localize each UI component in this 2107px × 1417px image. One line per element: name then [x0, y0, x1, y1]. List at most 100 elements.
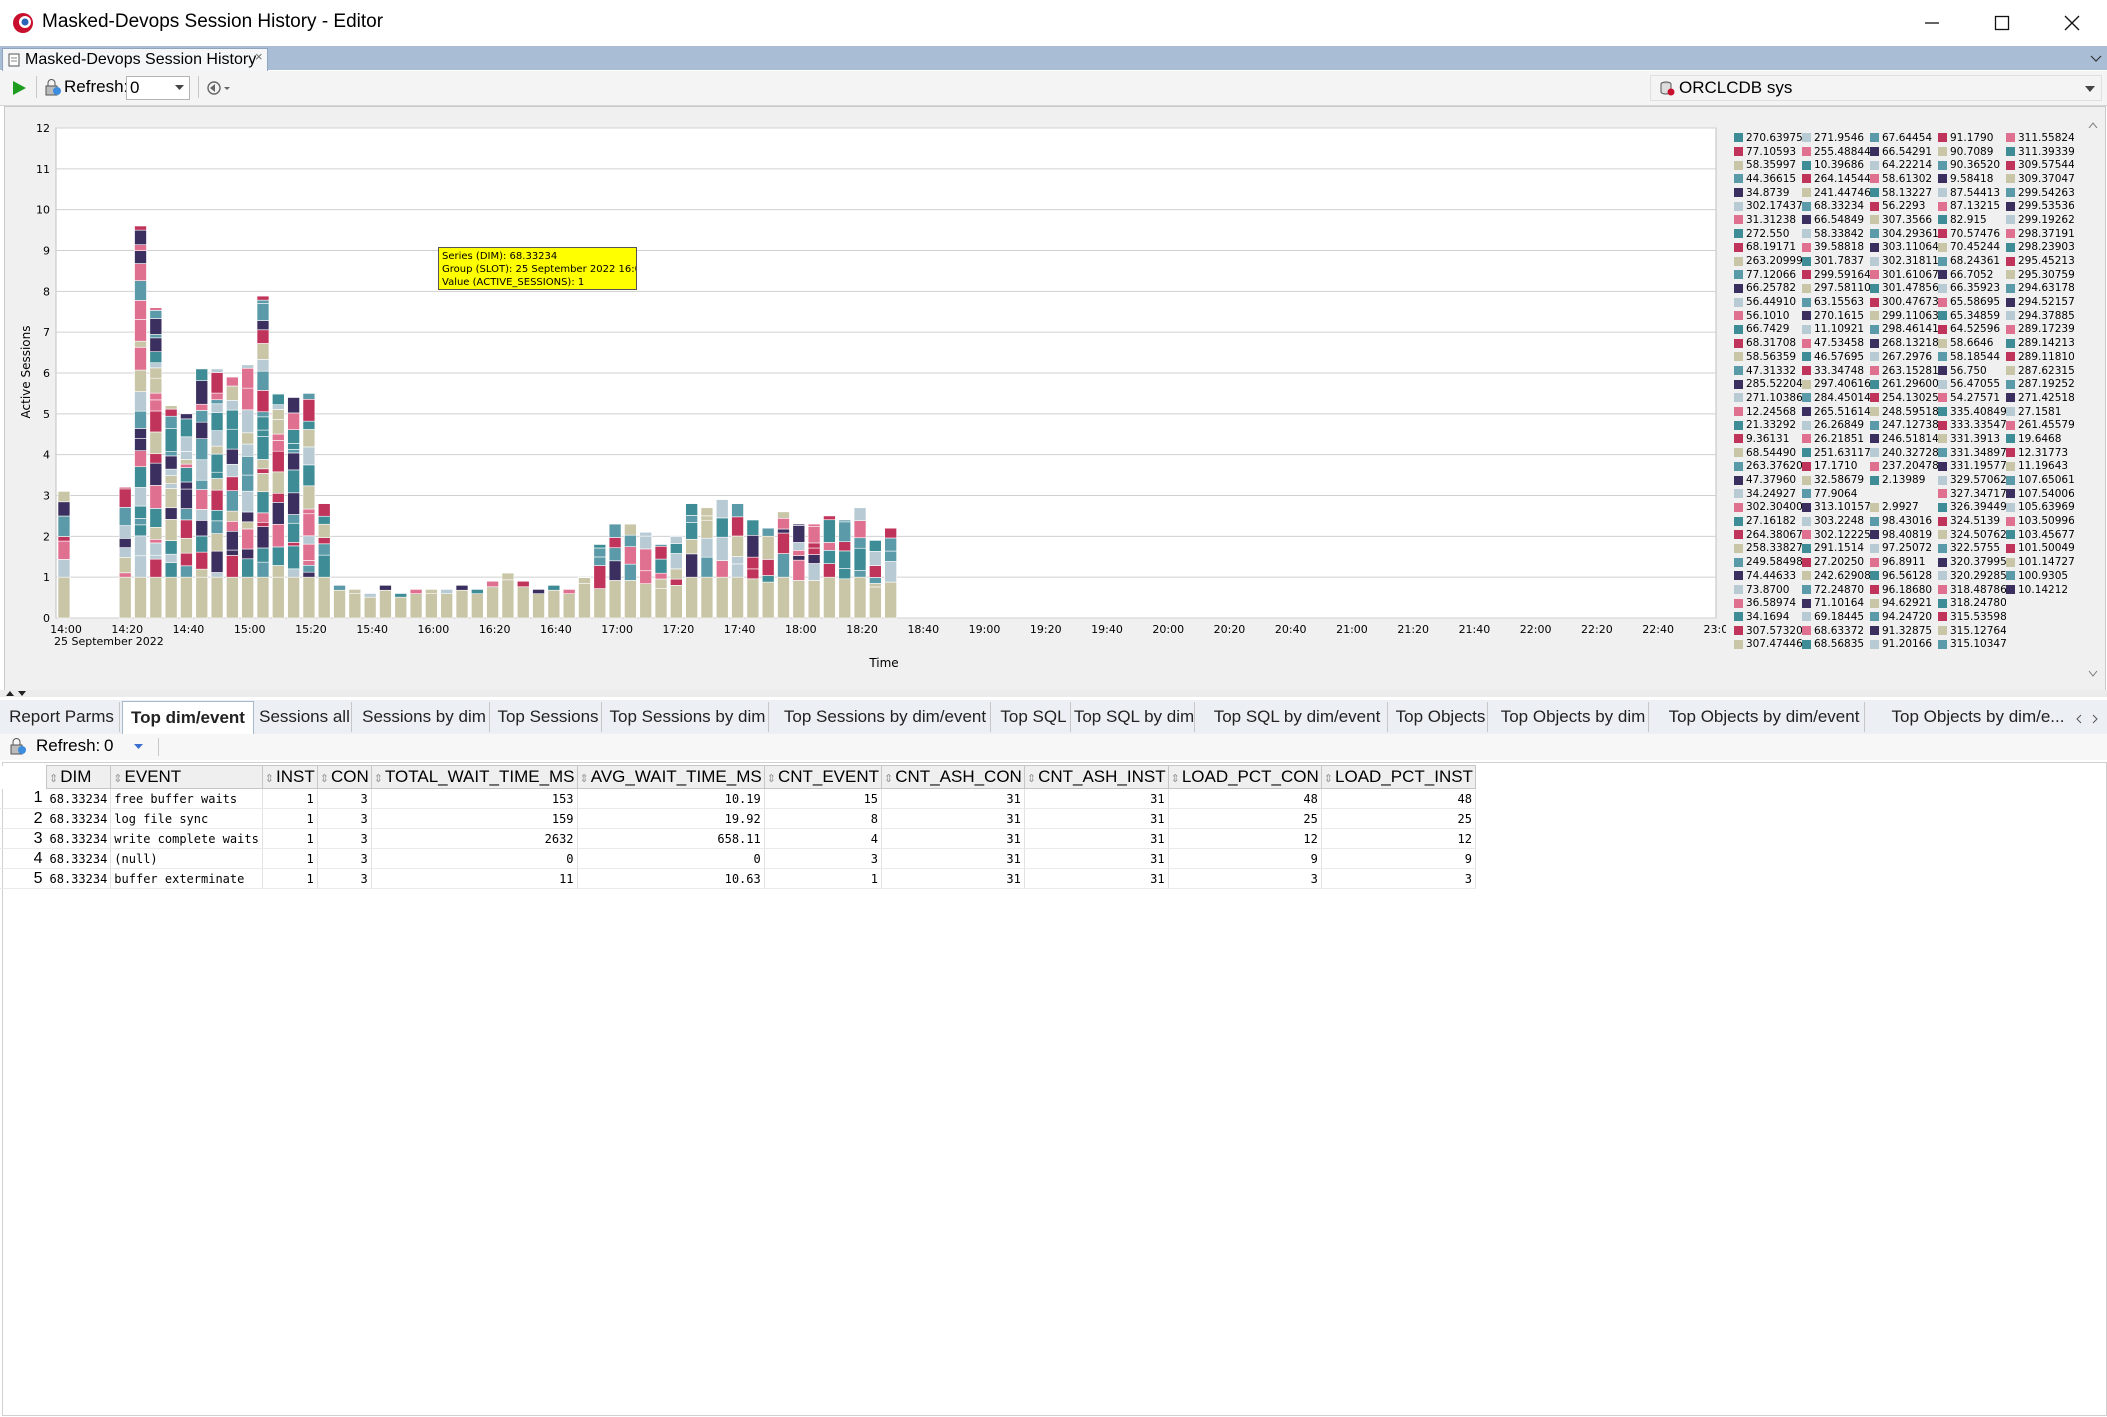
- bar-segment[interactable]: [287, 514, 300, 524]
- bar-segment[interactable]: [256, 359, 270, 372]
- bar-segment[interactable]: [731, 503, 744, 518]
- bar-segment[interactable]: [149, 362, 163, 369]
- bar-segment[interactable]: [379, 589, 392, 619]
- bar-segment[interactable]: [256, 547, 270, 563]
- tab-top-sql-by-dim-event[interactable]: Top SQL by dim/event: [1207, 702, 1388, 732]
- bar-segment[interactable]: [792, 580, 806, 619]
- table-cell[interactable]: buffer exterminate: [110, 868, 263, 889]
- bar-segment[interactable]: [210, 403, 224, 413]
- bar-segment[interactable]: [256, 436, 270, 460]
- bar-segment[interactable]: [869, 551, 882, 566]
- bar-segment[interactable]: [608, 523, 622, 538]
- bar-segment[interactable]: [823, 542, 836, 551]
- bar-segment[interactable]: [302, 446, 316, 466]
- bar-segment[interactable]: [195, 380, 209, 405]
- maximize-button[interactable]: [1967, 0, 2037, 46]
- bar-segment[interactable]: [884, 527, 897, 539]
- table-cell[interactable]: 48: [1321, 788, 1476, 809]
- table-cell[interactable]: 3: [1321, 868, 1476, 889]
- bar-segment[interactable]: [164, 540, 178, 555]
- bar-segment[interactable]: [455, 589, 469, 619]
- bar-segment[interactable]: [333, 589, 346, 619]
- bar-segment[interactable]: [134, 410, 147, 429]
- bar-segment[interactable]: [302, 571, 316, 578]
- bar-segment[interactable]: [670, 543, 683, 554]
- bar-segment[interactable]: [287, 412, 300, 430]
- refresh-lock-icon[interactable]: [9, 738, 27, 756]
- bar-segment[interactable]: [210, 372, 224, 394]
- bar-segment[interactable]: [149, 310, 163, 319]
- bar-segment[interactable]: [700, 576, 714, 619]
- bar-segment[interactable]: [180, 463, 193, 468]
- bar-segment[interactable]: [134, 250, 147, 264]
- bar-segment[interactable]: [134, 518, 147, 526]
- bar-segment[interactable]: [195, 535, 209, 553]
- bar-segment[interactable]: [256, 295, 270, 297]
- bar-segment[interactable]: [302, 508, 316, 515]
- table-cell[interactable]: free buffer waits: [110, 788, 263, 809]
- bar-segment[interactable]: [195, 489, 209, 510]
- bar-segment[interactable]: [272, 523, 285, 548]
- table-cell[interactable]: 31: [881, 868, 1025, 889]
- table-row[interactable]: 5 68.33234 buffer exterminate 1 3 11 10.63 1 31 3…: [0, 868, 1476, 889]
- table-cell[interactable]: 68.33234: [46, 848, 112, 869]
- bar-segment[interactable]: [118, 572, 132, 578]
- bar-segment[interactable]: [226, 376, 239, 387]
- bar-segment[interactable]: [210, 520, 224, 534]
- bar-segment[interactable]: [272, 409, 285, 420]
- bar-segment[interactable]: [823, 576, 836, 619]
- bar-segment[interactable]: [761, 535, 775, 560]
- bar-segment[interactable]: [272, 433, 285, 441]
- bar-segment[interactable]: [287, 452, 300, 471]
- bar-segment[interactable]: [210, 412, 224, 431]
- bar-segment[interactable]: [256, 390, 270, 413]
- bar-segment[interactable]: [226, 385, 239, 401]
- bar-segment[interactable]: [302, 485, 316, 510]
- bar-segment[interactable]: [210, 576, 224, 619]
- bar-segment[interactable]: [226, 576, 239, 619]
- bar-segment[interactable]: [777, 532, 790, 554]
- bar-segment[interactable]: [57, 515, 71, 537]
- bar-segment[interactable]: [149, 462, 163, 486]
- bar-segment[interactable]: [57, 576, 71, 619]
- bar-segment[interactable]: [241, 367, 254, 389]
- bar-segment[interactable]: [118, 557, 132, 574]
- bar-segment[interactable]: [746, 534, 760, 558]
- table-cell[interactable]: 31: [1024, 868, 1169, 889]
- bar-segment[interactable]: [241, 490, 254, 513]
- table-cell[interactable]: write complete waits: [110, 828, 263, 849]
- bar-segment[interactable]: [210, 453, 224, 473]
- bar-segment[interactable]: [241, 443, 254, 457]
- bar-segment[interactable]: [149, 485, 163, 509]
- bar-segment[interactable]: [700, 537, 714, 558]
- bar-segment[interactable]: [134, 300, 147, 320]
- bar-segment[interactable]: [241, 409, 254, 434]
- bar-segment[interactable]: [287, 542, 300, 547]
- table-cell[interactable]: (null): [110, 848, 263, 869]
- table-cell[interactable]: 25: [1168, 808, 1322, 829]
- bar-segment[interactable]: [256, 521, 270, 527]
- bar-segment[interactable]: [884, 537, 897, 552]
- bar-segment[interactable]: [149, 558, 163, 578]
- bar-segment[interactable]: [593, 544, 607, 549]
- bar-segment[interactable]: [149, 392, 163, 401]
- bar-segment[interactable]: [195, 551, 209, 570]
- bar-segment[interactable]: [761, 527, 775, 537]
- tab-top-dim-event[interactable]: Top dim/event: [122, 701, 254, 734]
- bar-segment[interactable]: [241, 511, 254, 523]
- bar-segment[interactable]: [195, 576, 209, 619]
- bar-segment[interactable]: [272, 565, 285, 578]
- bar-segment[interactable]: [287, 469, 300, 494]
- bar-segment[interactable]: [134, 505, 147, 519]
- bar-segment[interactable]: [272, 450, 285, 473]
- bar-segment[interactable]: [149, 318, 163, 335]
- bar-segment[interactable]: [823, 519, 836, 543]
- bar-segment[interactable]: [853, 520, 867, 539]
- bar-segment[interactable]: [134, 487, 147, 507]
- bar-segment[interactable]: [884, 581, 897, 619]
- table-cell[interactable]: 9: [1321, 848, 1476, 869]
- bar-segment[interactable]: [118, 547, 132, 558]
- bar-segment[interactable]: [134, 346, 147, 371]
- tab-sessions-by-dim[interactable]: Sessions by dim: [359, 702, 490, 732]
- bar-segment[interactable]: [118, 488, 132, 508]
